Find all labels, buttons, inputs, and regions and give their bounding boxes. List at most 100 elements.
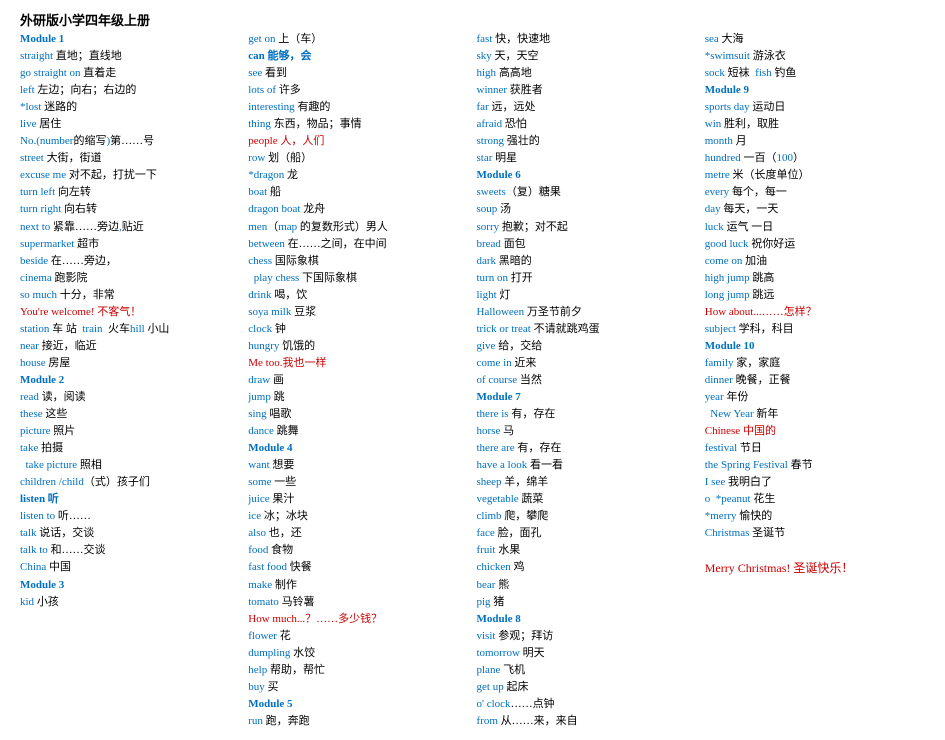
entry-2-36: flower 花 [248,628,460,645]
entry-4-9: metre 米（长度单位） [705,167,917,184]
entry-1-30: talk 说话，交谈 [20,525,232,542]
entry-1-3: go straight on 直着走 [20,65,232,82]
entry-4-11: day 每天，一天 [705,201,917,218]
entry-2-14: chess 国际象棋 [248,253,460,270]
entry-3-27: sheep 羊，绵羊 [477,474,689,491]
entry-4-24: Chinese 中国的 [705,423,917,440]
entry-2-4: lots of 许多 [248,82,460,99]
entry-1-2: straight 直地；直线地 [20,48,232,65]
column-4: sea 大海*swimsuit 游泳衣sock 短袜 fish 钓鱼Module… [697,31,925,730]
entry-2-38: help 帮助，帮忙 [248,662,460,679]
entry-2-20: Me too.我也一样 [248,355,460,372]
entry-4-28: o *peanut 花生 [705,491,917,508]
entry-2-17: soya milk 豆浆 [248,304,460,321]
entry-3-6: afraid 恐怕 [477,116,689,133]
entry-2-32: fast food 快餐 [248,559,460,576]
entry-1-1: Module 1 [20,31,232,48]
entry-3-22: Module 7 [477,389,689,406]
entry-1-34: kid 小孩 [20,594,232,611]
entry-2-19: hungry 饥饿的 [248,338,460,355]
entry-3-31: fruit 水果 [477,542,689,559]
entry-1-5: *lost 迷路的 [20,99,232,116]
entry-3-14: dark 黑暗的 [477,253,689,270]
entry-3-28: vegetable 蔬菜 [477,491,689,508]
entry-1-22: read 读，阅读 [20,389,232,406]
entry-1-29: listen to 听…… [20,508,232,525]
entry-4-32: Merry Christmas! 圣诞快乐！ [705,559,917,578]
entry-2-16: drink 喝，饮 [248,287,460,304]
entry-1-8: street 大街，街道 [20,150,232,167]
entry-1-26: take picture 照相 [20,457,232,474]
entry-3-40: o' clock……点钟 [477,696,689,713]
entry-2-41: run 跑，奔跑 [248,713,460,730]
column-3: fast 快，快速地sky 天，天空high 高高地winner 获胜者far … [469,31,697,730]
entry-4-4: Module 9 [705,82,917,99]
entry-2-22: jump 跳 [248,389,460,406]
content-wrapper: Module 1straight 直地；直线地go straight on 直着… [20,31,925,730]
entry-1-19: near 接近，临近 [20,338,232,355]
entry-2-24: dance 跳舞 [248,423,460,440]
entry-2-9: *dragon 龙 [248,167,460,184]
entry-3-33: bear 熊 [477,577,689,594]
entry-3-32: chicken 鸡 [477,559,689,576]
entry-4-13: good luck 祝你好运 [705,236,917,253]
entry-4-8: hundred 一百（100） [705,150,917,167]
entry-4-16: long jump 跳远 [705,287,917,304]
entry-1-9: excuse me 对不起，打扰一下 [20,167,232,184]
entry-4-6: win 胜利，取胜 [705,116,917,133]
entry-3-26: have a look 看一看 [477,457,689,474]
entry-2-1: get on 上（车） [248,31,460,48]
entry-3-3: high 高高地 [477,65,689,82]
entry-2-30: also 也，还 [248,525,460,542]
entry-3-8: star 明星 [477,150,689,167]
entry-2-12: men（map 的复数形式）男人 [248,219,460,236]
entry-3-37: tomorrow 明天 [477,645,689,662]
entry-2-21: draw 画 [248,372,460,389]
entry-3-23: there is 有，存在 [477,406,689,423]
entry-4-23: New Year 新年 [705,406,917,423]
entry-2-29: ice 冰；冰块 [248,508,460,525]
entry-3-4: winner 获胜者 [477,82,689,99]
entry-1-21: Module 2 [20,372,232,389]
entry-3-15: turn on 打开 [477,270,689,287]
page-title: 外研版小学四年级上册 [20,10,925,29]
entry-4-7: month 月 [705,133,917,150]
entry-2-3: see 看到 [248,65,460,82]
entry-3-2: sky 天，天空 [477,48,689,65]
entry-4-19: Module 10 [705,338,917,355]
entry-3-18: trick or treat 不请就跳鸡蛋 [477,321,689,338]
entry-1-12: next to 紧靠……旁边,贴近 [20,219,232,236]
entry-2-6: thing 东西，物品；事情 [248,116,460,133]
entry-4-5: sports day 运动日 [705,99,917,116]
entry-3-35: Module 8 [477,611,689,628]
entry-2-15: play chess 下国际象棋 [248,270,460,287]
entry-3-19: give 给，交给 [477,338,689,355]
column-1: Module 1straight 直地；直线地go straight on 直着… [20,31,240,730]
entry-4-12: luck 运气 一日 [705,219,917,236]
entry-3-30: face 脸，面孔 [477,525,689,542]
entry-1-11: turn right 向右转 [20,201,232,218]
entry-2-33: make 制作 [248,577,460,594]
entry-1-14: beside 在……旁边， [20,253,232,270]
entry-3-39: get up 起床 [477,679,689,696]
entry-2-25: Module 4 [248,440,460,457]
entry-4-20: family 家，家庭 [705,355,917,372]
entry-1-33: Module 3 [20,577,232,594]
entry-3-24: horse 马 [477,423,689,440]
entry-2-10: boat 船 [248,184,460,201]
entry-2-35: How much...？……多少钱？ [248,611,460,628]
entry-1-7: No.(number的缩写)第……号 [20,133,232,150]
entry-3-20: come in 近来 [477,355,689,372]
entry-3-9: Module 6 [477,167,689,184]
entry-4-17: How about...……怎样？ [705,304,917,321]
entry-2-28: juice 果汁 [248,491,460,508]
entry-1-28: listen 听 [20,491,232,508]
entry-1-23: these 这些 [20,406,232,423]
entry-3-38: plane 飞机 [477,662,689,679]
entry-1-25: take 拍摄 [20,440,232,457]
entry-3-10: sweets（复）糖果 [477,184,689,201]
entry-3-25: there are 有，存在 [477,440,689,457]
entry-1-31: talk to 和……交谈 [20,542,232,559]
entry-2-7: people 人，人们 [248,133,460,150]
entry-2-37: dumpling 水饺 [248,645,460,662]
